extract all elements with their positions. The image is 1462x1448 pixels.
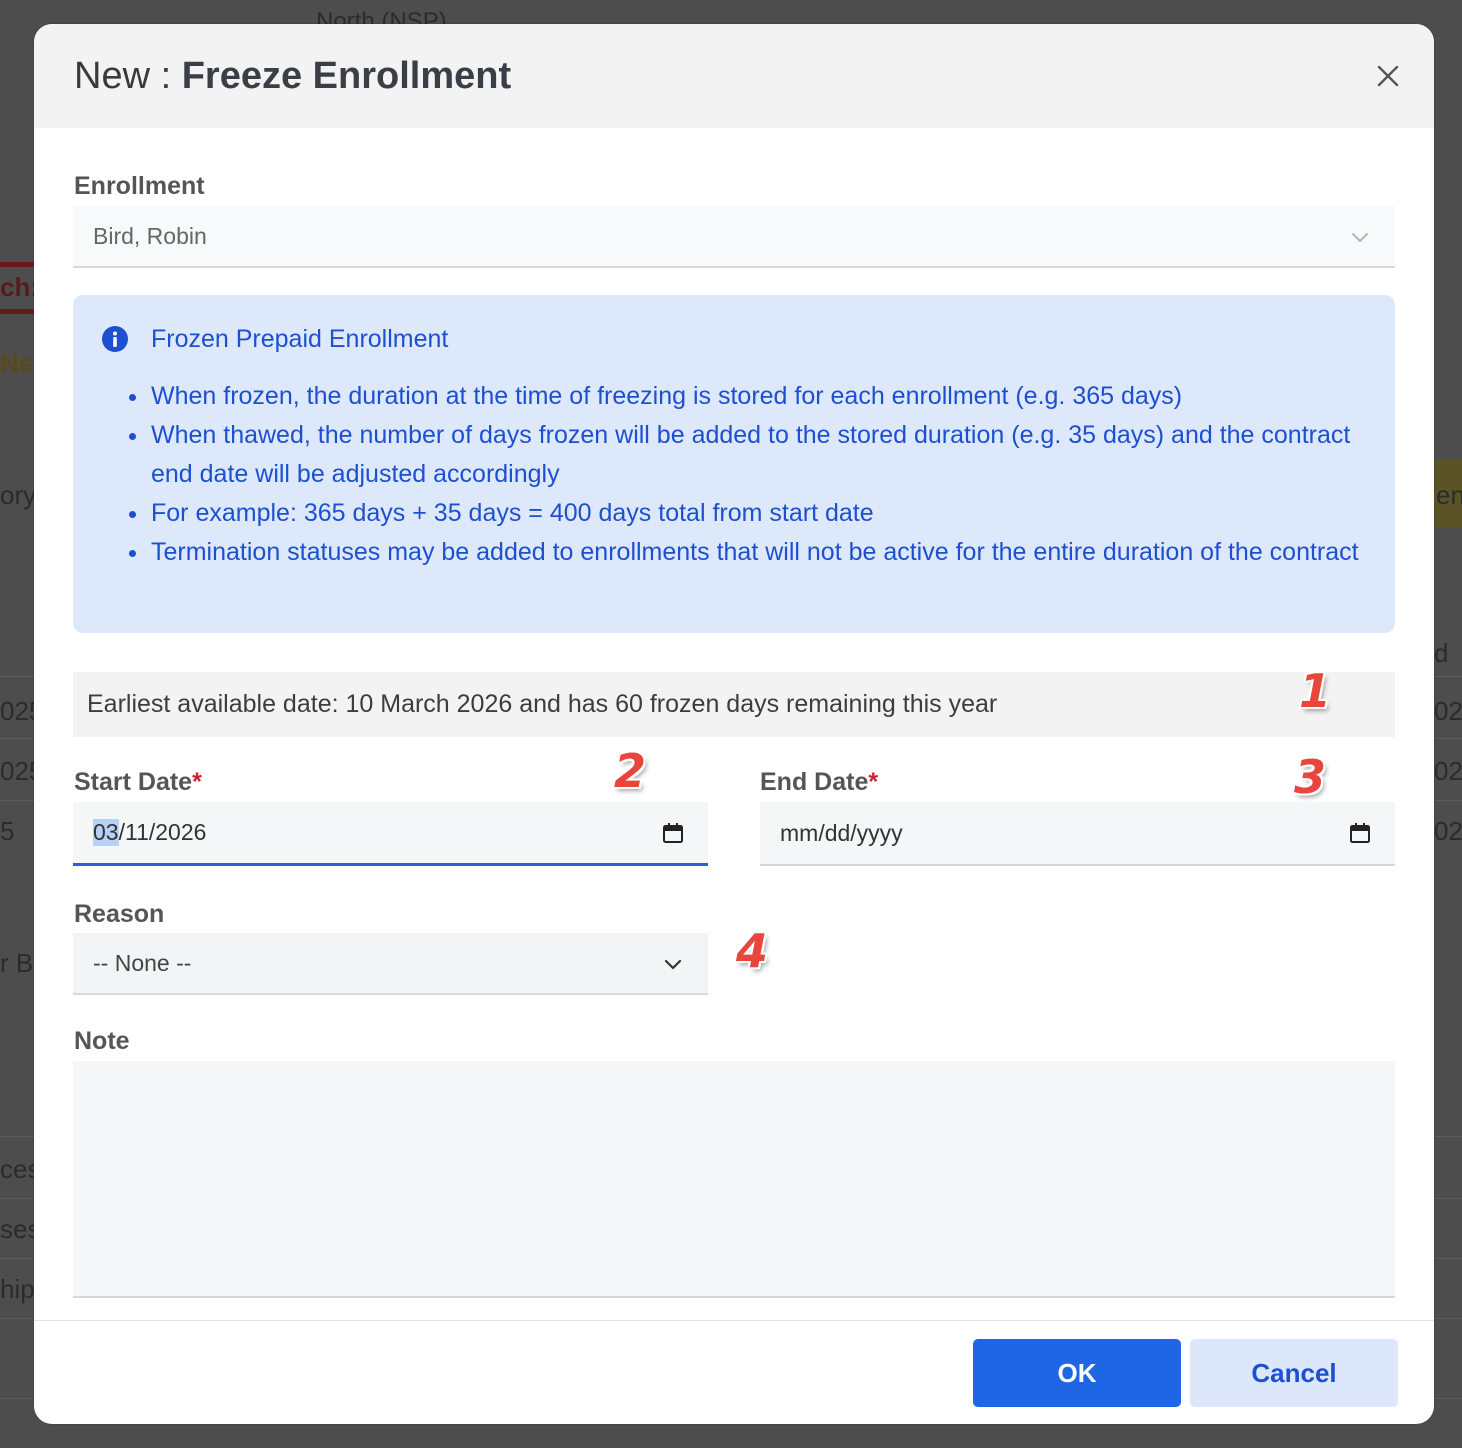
callout-2: 2 (614, 744, 647, 798)
end-date-label-text: End Date (760, 768, 869, 796)
start-date-rest: /11/2026 (118, 819, 207, 845)
end-date-placeholder: mm/dd/yyyy (780, 819, 903, 846)
cancel-button[interactable]: Cancel (1190, 1339, 1398, 1407)
info-title: Frozen Prepaid Enrollment (151, 325, 449, 353)
freeze-enrollment-modal: New : Freeze Enrollment Enrollment Bird,… (34, 24, 1434, 1424)
note-textarea[interactable] (73, 1061, 1395, 1298)
chevron-down-icon (664, 959, 682, 970)
enrollment-label: Enrollment (74, 172, 205, 200)
info-item: For example: 365 days + 35 days = 400 da… (129, 494, 1381, 533)
info-item: Termination statuses may be added to enr… (129, 533, 1381, 572)
start-date-month-segment: 03 (93, 819, 119, 846)
footer-divider (34, 1320, 1434, 1321)
modal-title-prefix: New : (74, 54, 182, 97)
bg-text: Ne (0, 348, 34, 378)
calendar-icon[interactable] (1349, 822, 1371, 844)
close-icon (1377, 65, 1399, 87)
earliest-date-notice: Earliest available date: 10 March 2026 a… (73, 672, 1395, 737)
info-item: When frozen, the duration at the time of… (129, 377, 1381, 416)
enrollment-value: Bird, Robin (93, 222, 207, 249)
bg-text: 5 (0, 816, 15, 846)
bg-text: 025 (1434, 756, 1462, 786)
callout-4: 4 (736, 924, 769, 978)
info-list: When frozen, the duration at the time of… (129, 377, 1381, 572)
modal-header: New : Freeze Enrollment (34, 24, 1434, 128)
bg-text: r B (0, 948, 34, 978)
enrollment-select[interactable]: Bird, Robin (73, 206, 1395, 268)
required-marker: * (868, 768, 879, 796)
note-label: Note (74, 1027, 130, 1055)
bg-text: 025 (1434, 816, 1462, 846)
callout-3: 3 (1294, 750, 1327, 804)
reason-select[interactable]: -- None -- (73, 933, 708, 995)
bg-text: 025 (1434, 696, 1462, 726)
start-date-label: Start Date* (74, 768, 202, 797)
info-item: When thawed, the number of days frozen w… (129, 416, 1381, 494)
modal-title-main: Freeze Enrollment (181, 54, 512, 97)
close-button[interactable] (1372, 60, 1404, 92)
end-date-label: End Date* (760, 768, 878, 797)
start-date-input[interactable]: 03/11/2026 (73, 802, 708, 866)
bg-text: ory (0, 480, 37, 510)
modal-title: New : Freeze Enrollment (74, 55, 511, 98)
end-date-input[interactable]: mm/dd/yyyy (760, 802, 1395, 866)
info-circle-icon (102, 326, 128, 352)
bg-text: hip (0, 1274, 35, 1304)
bg-text: d (1434, 638, 1449, 668)
chevron-down-icon (1352, 233, 1368, 242)
callout-1: 1 (1299, 664, 1332, 718)
required-marker: * (192, 768, 202, 796)
calendar-icon[interactable] (662, 822, 684, 844)
earliest-date-text: Earliest available date: 10 March 2026 a… (87, 690, 998, 718)
ok-button[interactable]: OK (973, 1339, 1181, 1407)
info-notice: Frozen Prepaid Enrollment When frozen, t… (73, 295, 1395, 633)
reason-value: -- None -- (93, 949, 192, 976)
reason-label: Reason (74, 900, 165, 928)
start-date-label-text: Start Date (74, 768, 193, 796)
bg-text: en (1436, 480, 1462, 510)
